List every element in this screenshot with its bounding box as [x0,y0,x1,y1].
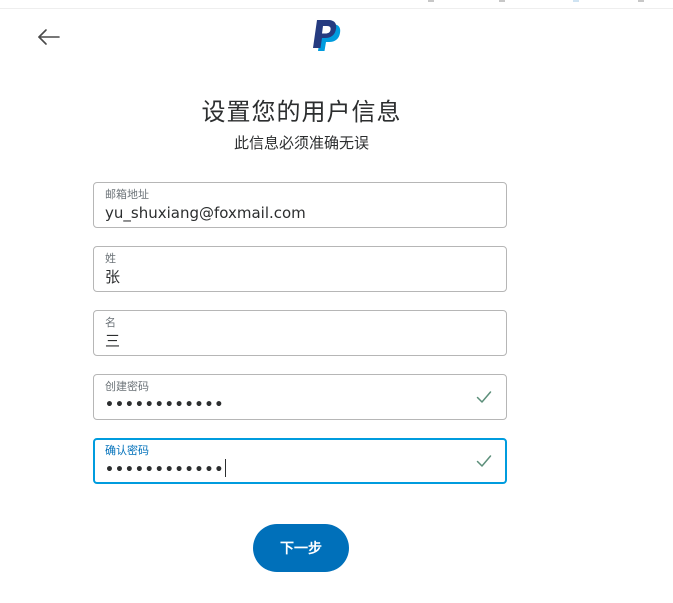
check-icon [476,455,492,467]
page-subtitle: 此信息必须准确无误 [233,134,369,152]
last-name-field[interactable]: 姓 张 [93,246,507,292]
paypal-logo-icon [309,18,343,54]
top-strip-mark [638,0,644,2]
top-strip-mark [573,0,579,2]
confirm-password-field[interactable]: 确认密码 •••••••••••• [93,438,507,484]
email-field[interactable]: 邮箱地址 yu_shuxiang@foxmail.com [93,182,507,228]
top-strip-mark [499,0,505,2]
confirm-password-input: •••••••••••• [105,459,227,480]
arrow-left-icon [38,29,60,45]
last-name-value: 张 [105,268,121,286]
next-button[interactable]: 下一步 [253,524,349,572]
first-name-value: 三 [105,332,121,350]
first-name-label: 名 [105,316,116,329]
back-button[interactable] [34,24,64,50]
check-icon [476,391,492,403]
email-value: yu_shuxiang@foxmail.com [105,204,306,222]
create-password-field[interactable]: 创建密码 •••••••••••• [93,374,507,420]
last-name-label: 姓 [105,252,116,265]
email-label: 邮箱地址 [105,188,149,201]
page-title: 设置您的用户信息 [201,98,402,126]
browser-top-strip [0,0,673,9]
text-caret [225,459,227,477]
top-strip-mark [428,0,434,2]
first-name-field[interactable]: 名 三 [93,310,507,356]
confirm-password-label: 确认密码 [105,444,149,457]
create-password-label: 创建密码 [105,380,149,393]
create-password-value: •••••••••••• [105,397,225,413]
signup-page: 设置您的用户信息 此信息必须准确无误 邮箱地址 yu_shuxiang@foxm… [0,0,673,603]
confirm-password-value: •••••••••••• [105,462,225,478]
